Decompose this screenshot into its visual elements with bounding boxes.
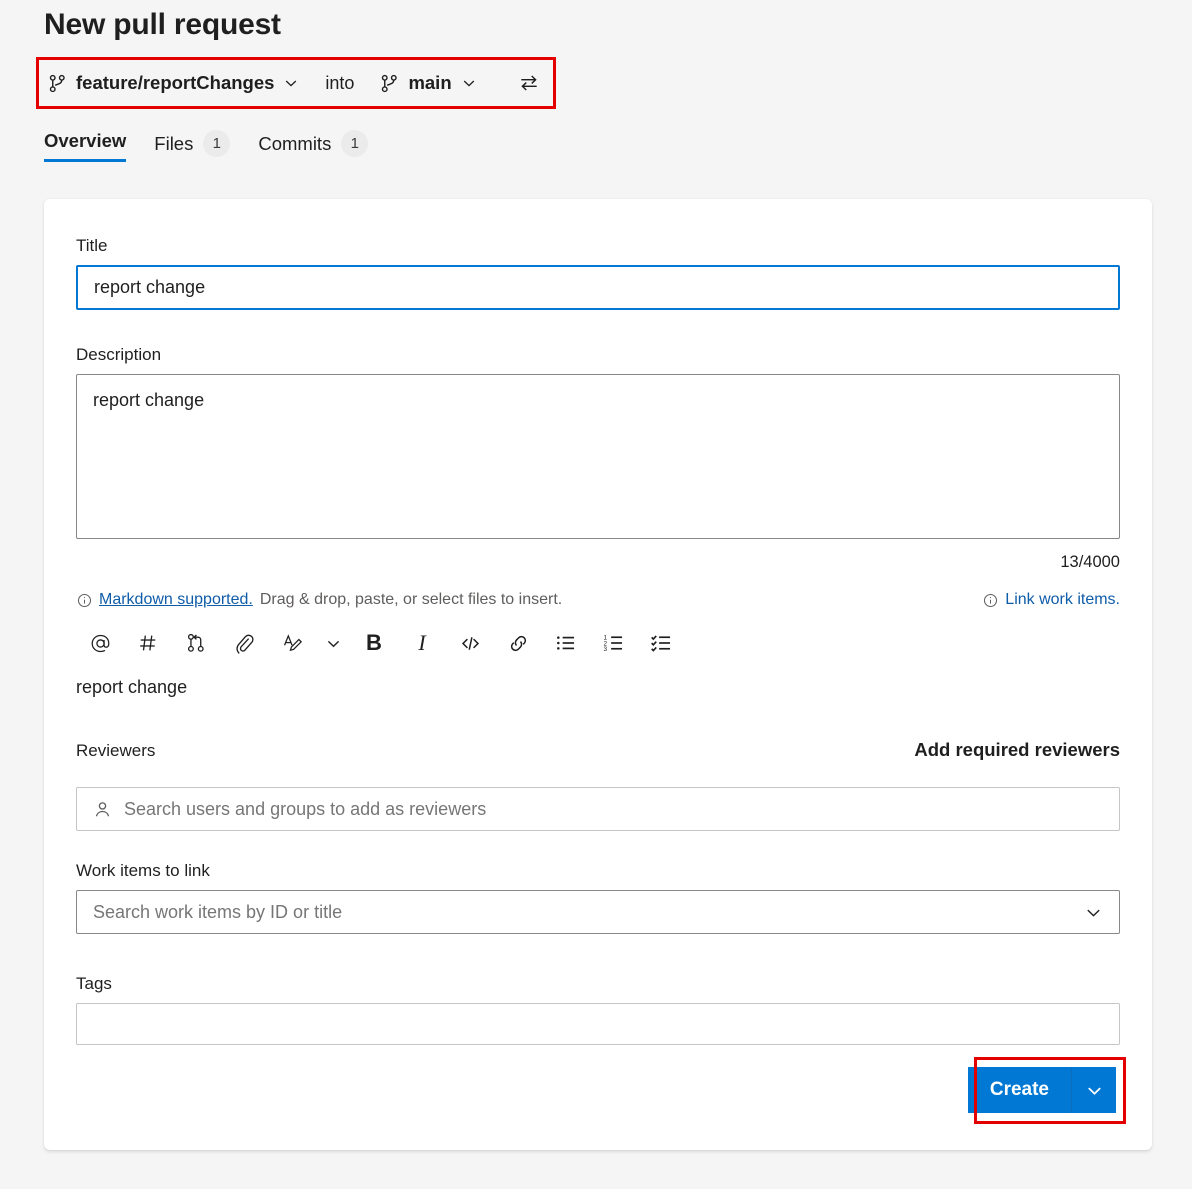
markdown-help: Markdown supported. Drag & drop, paste, … [76, 591, 562, 609]
into-label: into [325, 73, 354, 94]
person-icon [93, 800, 112, 819]
font-color-icon[interactable] [268, 623, 316, 663]
tags-field-group: Tags [76, 974, 1120, 1045]
bold-icon[interactable]: B [350, 623, 398, 663]
target-branch-name: main [408, 72, 451, 94]
work-items-field-group: Work items to link Search work items by … [76, 861, 1120, 934]
create-dropdown-button[interactable] [1072, 1067, 1116, 1113]
tab-commits[interactable]: Commits 1 [244, 126, 382, 173]
tab-files-count: 1 [203, 130, 230, 157]
tags-input[interactable] [76, 1003, 1120, 1045]
page-title: New pull request [44, 8, 281, 42]
attach-paperclip-icon[interactable] [220, 623, 268, 663]
chevron-down-icon [461, 75, 477, 91]
link-work-items-help: Link work items. [982, 591, 1120, 609]
swap-branches-button[interactable] [515, 69, 543, 97]
title-input[interactable] [76, 265, 1120, 310]
tab-commits-label: Commits [258, 133, 331, 155]
code-icon[interactable] [446, 623, 494, 663]
bullet-list-icon[interactable] [542, 623, 590, 663]
italic-icon[interactable]: I [398, 623, 446, 663]
reviewers-search-field[interactable]: Search users and groups to add as review… [76, 787, 1120, 831]
tab-commits-count: 1 [341, 130, 368, 157]
markdown-toolbar: B I 1 2 3 [76, 621, 1120, 665]
chevron-down-icon[interactable] [316, 623, 350, 663]
work-items-search-field[interactable]: Search work items by ID or title [76, 890, 1120, 934]
source-branch-selector[interactable]: feature/reportChanges [44, 66, 303, 100]
editor-help-row: Markdown supported. Drag & drop, paste, … [76, 591, 1120, 609]
work-items-placeholder: Search work items by ID or title [93, 902, 342, 923]
character-counter: 13/4000 [76, 553, 1120, 572]
create-button-group: Create [968, 1067, 1116, 1113]
link-work-items-link[interactable]: Link work items. [1005, 591, 1120, 609]
branch-icon [48, 74, 67, 93]
description-label: Description [76, 345, 1120, 365]
branch-icon [380, 74, 399, 93]
work-items-label: Work items to link [76, 861, 1120, 881]
markdown-hint-text: Drag & drop, paste, or select files to i… [260, 591, 562, 609]
svg-text:3: 3 [604, 646, 608, 653]
chevron-down-icon [283, 75, 299, 91]
reviewers-search-placeholder: Search users and groups to add as review… [124, 799, 486, 820]
pull-request-tabs: Overview Files 1 Commits 1 [44, 126, 382, 173]
create-button[interactable]: Create [968, 1067, 1072, 1113]
branch-selector-bar: feature/reportChanges into main [44, 62, 543, 104]
reviewers-header: Reviewers Add required reviewers [76, 739, 1120, 761]
title-field-group: Title [76, 236, 1120, 310]
tab-files-label: Files [154, 133, 193, 155]
tab-overview-label: Overview [44, 130, 126, 152]
tab-files[interactable]: Files 1 [140, 126, 244, 173]
tab-overview[interactable]: Overview [44, 126, 140, 168]
info-icon [76, 592, 92, 608]
pull-request-icon[interactable] [172, 623, 220, 663]
description-field-group: Description 13/4000 [76, 345, 1120, 572]
link-icon[interactable] [494, 623, 542, 663]
tags-label: Tags [76, 974, 1120, 994]
description-textarea[interactable] [76, 374, 1120, 539]
numbered-list-icon[interactable]: 1 2 3 [590, 623, 638, 663]
title-label: Title [76, 236, 1120, 256]
chevron-down-icon[interactable] [1084, 903, 1103, 922]
checklist-icon[interactable] [638, 623, 686, 663]
target-branch-selector[interactable]: main [376, 66, 480, 100]
add-required-reviewers-button[interactable]: Add required reviewers [914, 739, 1120, 761]
markdown-supported-link[interactable]: Markdown supported. [99, 591, 253, 609]
description-preview-text: report change [76, 677, 1120, 698]
hash-work-item-icon[interactable] [124, 623, 172, 663]
pull-request-form-card: Title Description 13/4000 Markdown suppo… [44, 199, 1152, 1150]
info-icon [982, 592, 998, 608]
mention-icon[interactable] [76, 623, 124, 663]
source-branch-name: feature/reportChanges [76, 72, 274, 94]
reviewers-label: Reviewers [76, 741, 155, 761]
